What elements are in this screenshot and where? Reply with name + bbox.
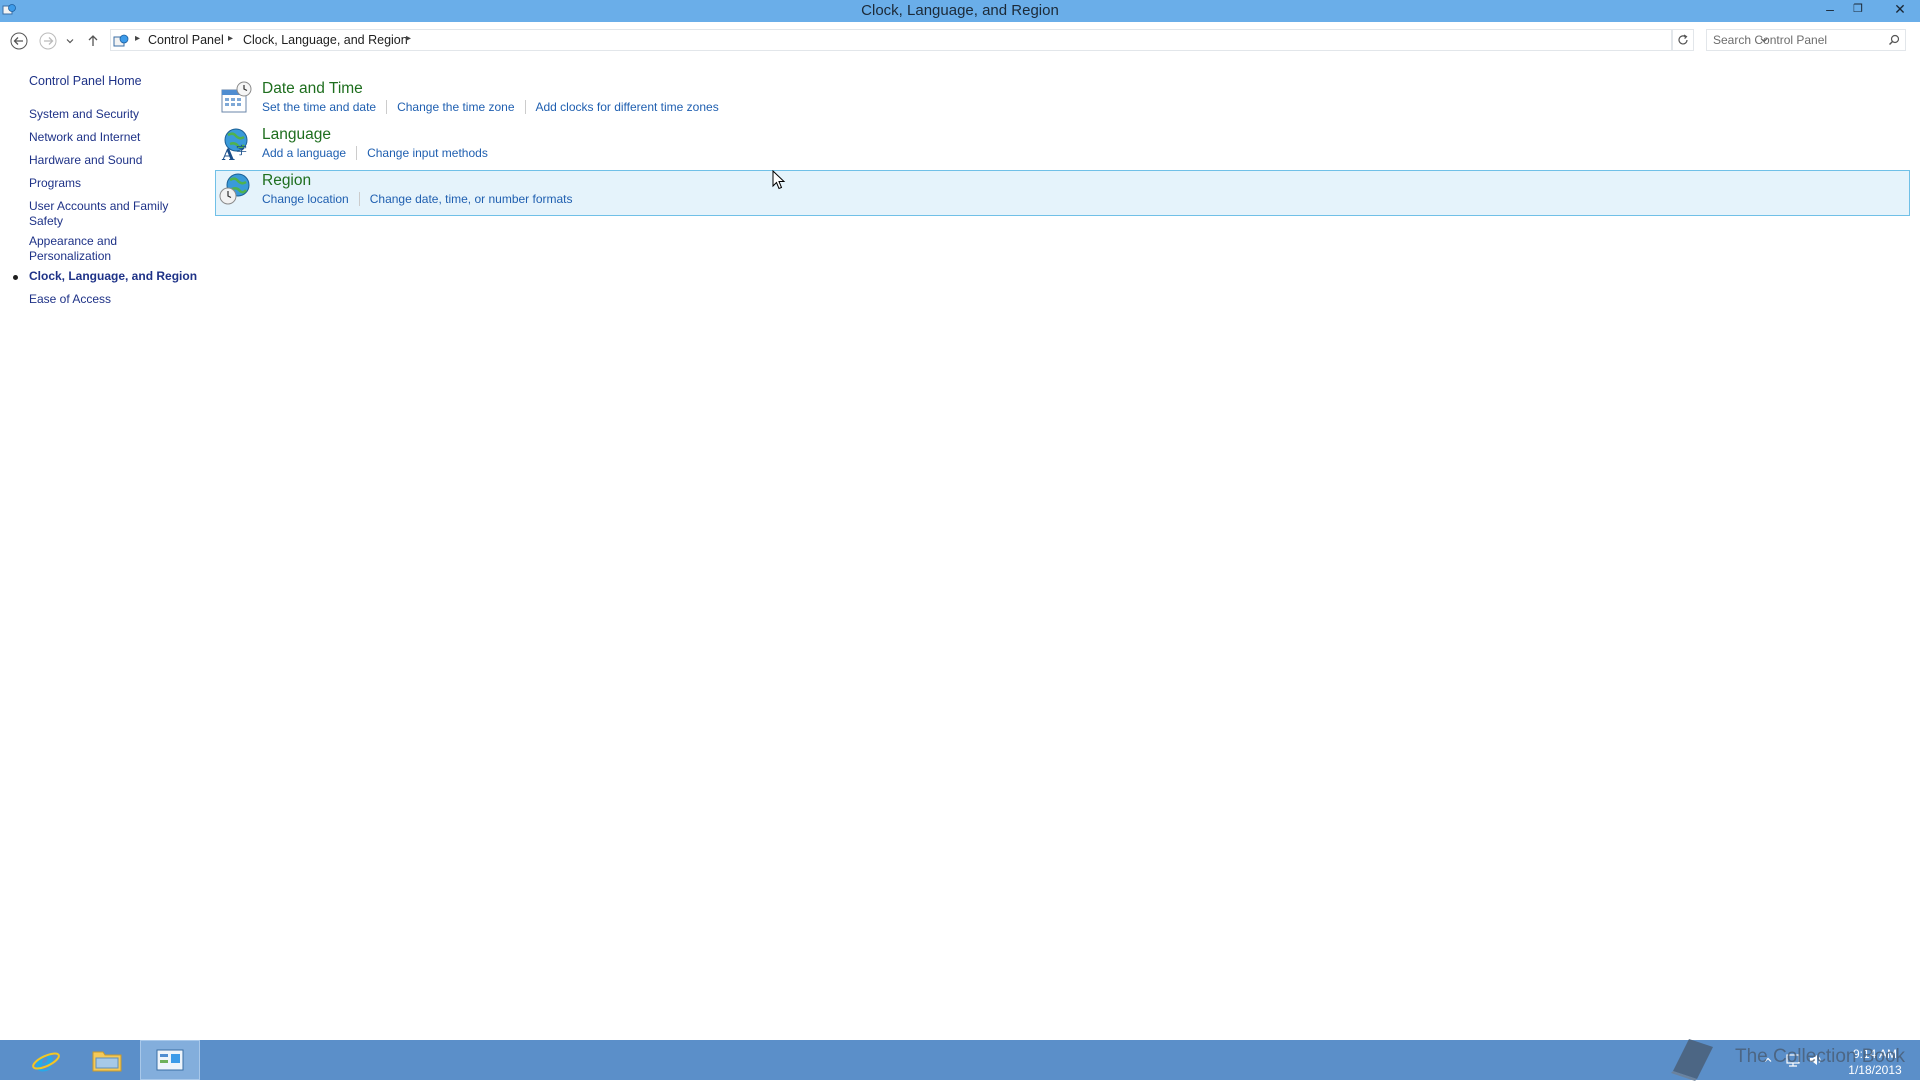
watermark: The Collection Book — [1665, 1033, 1905, 1081]
breadcrumb-separator-icon[interactable]: ▸ — [135, 33, 140, 44]
add-a-language-link[interactable]: Add a language — [262, 146, 346, 160]
up-button[interactable] — [83, 30, 103, 52]
breadcrumb-control-panel[interactable]: Control Panel — [148, 33, 224, 47]
close-button[interactable]: ✕ — [1880, 0, 1920, 20]
forward-button[interactable] — [37, 30, 59, 52]
current-item-bullet-icon — [13, 275, 18, 280]
back-arrow-icon — [10, 32, 28, 50]
calendar-clock-icon — [221, 81, 252, 113]
taskbar-file-explorer[interactable] — [77, 1040, 137, 1080]
sidebar-item-ease-of-access[interactable]: Ease of Access — [29, 292, 179, 307]
chevron-down-icon — [66, 39, 74, 44]
search-icon[interactable] — [1888, 34, 1900, 46]
search-box[interactable] — [1706, 29, 1906, 51]
recent-locations-button[interactable] — [62, 30, 78, 52]
change-time-zone-link[interactable]: Change the time zone — [397, 100, 514, 114]
breadcrumb-current[interactable]: Clock, Language, and Region — [243, 33, 408, 47]
sidebar-item-user-accounts[interactable]: User Accounts and Family Safety — [29, 199, 174, 229]
language-title[interactable]: Language — [262, 126, 331, 144]
navigation-bar: ▸ Control Panel ▸ Clock, Language, and R… — [0, 28, 1920, 54]
link-divider — [356, 146, 358, 160]
category-language[interactable]: A 字 Language Add a language Change input … — [215, 124, 1910, 170]
svg-text:A: A — [221, 145, 235, 162]
control-panel-home-link[interactable]: Control Panel Home — [29, 74, 142, 88]
watermark-text: The Collection Book — [1735, 1046, 1906, 1067]
sidebar-item-appearance[interactable]: Appearance and Personalization — [29, 234, 134, 264]
language-links: Add a language Change input methods — [262, 146, 488, 160]
link-divider — [524, 100, 526, 114]
forward-arrow-icon — [39, 32, 57, 50]
change-location-link[interactable]: Change location — [262, 192, 349, 206]
refresh-button[interactable] — [1672, 29, 1694, 51]
up-arrow-icon — [88, 35, 98, 46]
breadcrumb-separator-icon[interactable]: ▸ — [228, 33, 233, 44]
add-clocks-link[interactable]: Add clocks for different time zones — [536, 100, 719, 114]
mouse-cursor-icon — [772, 170, 786, 190]
region-globe-icon — [219, 173, 250, 205]
date-and-time-links: Set the time and date Change the time zon… — [262, 100, 719, 114]
back-button[interactable] — [8, 30, 30, 52]
region-links: Change location Change date, time, or num… — [262, 192, 573, 206]
category-region[interactable]: Region Change location Change date, time,… — [215, 170, 1910, 216]
region-title[interactable]: Region — [262, 172, 311, 190]
taskbar-internet-explorer[interactable]: e — [16, 1040, 76, 1080]
category-date-and-time[interactable]: Date and Time Set the time and date Chang… — [215, 78, 1910, 124]
svg-text:字: 字 — [236, 143, 247, 157]
search-input[interactable] — [1707, 30, 1877, 50]
internet-explorer-icon: e — [32, 1044, 60, 1076]
sidebar-item-hardware-and-sound[interactable]: Hardware and Sound — [29, 153, 179, 168]
book-icon — [1671, 1039, 1713, 1081]
sidebar-item-clock-language-region: Clock, Language, and Region — [29, 269, 198, 283]
folder-icon — [92, 1051, 122, 1072]
change-formats-link[interactable]: Change date, time, or number formats — [370, 192, 573, 206]
title-bar: Clock, Language, and Region ‒ ❐ ✕ — [0, 0, 1920, 22]
link-divider — [386, 100, 388, 114]
language-globe-icon: A 字 — [221, 128, 248, 162]
control-panel-icon — [113, 34, 129, 47]
minimize-button[interactable]: ‒ — [1817, 0, 1843, 20]
control-panel-icon — [156, 1049, 184, 1071]
change-input-methods-link[interactable]: Change input methods — [367, 146, 488, 160]
breadcrumb-separator-icon[interactable]: ▸ — [406, 33, 411, 44]
taskbar-control-panel[interactable] — [140, 1040, 200, 1080]
address-bar[interactable]: ▸ Control Panel ▸ Clock, Language, and R… — [110, 29, 1768, 51]
link-divider — [358, 192, 360, 206]
window-title: Clock, Language, and Region — [861, 2, 1059, 19]
sidebar-item-system-and-security[interactable]: System and Security — [29, 107, 179, 122]
sidebar-item-network-and-internet[interactable]: Network and Internet — [29, 130, 179, 145]
refresh-icon — [1678, 34, 1688, 45]
taskbar: e 9:14 AM 1/18/2013 — [0, 1040, 1920, 1080]
date-and-time-title[interactable]: Date and Time — [262, 80, 363, 98]
set-time-and-date-link[interactable]: Set the time and date — [262, 100, 376, 114]
restore-button[interactable]: ❐ — [1845, 0, 1871, 20]
sidebar-item-programs[interactable]: Programs — [29, 176, 179, 191]
